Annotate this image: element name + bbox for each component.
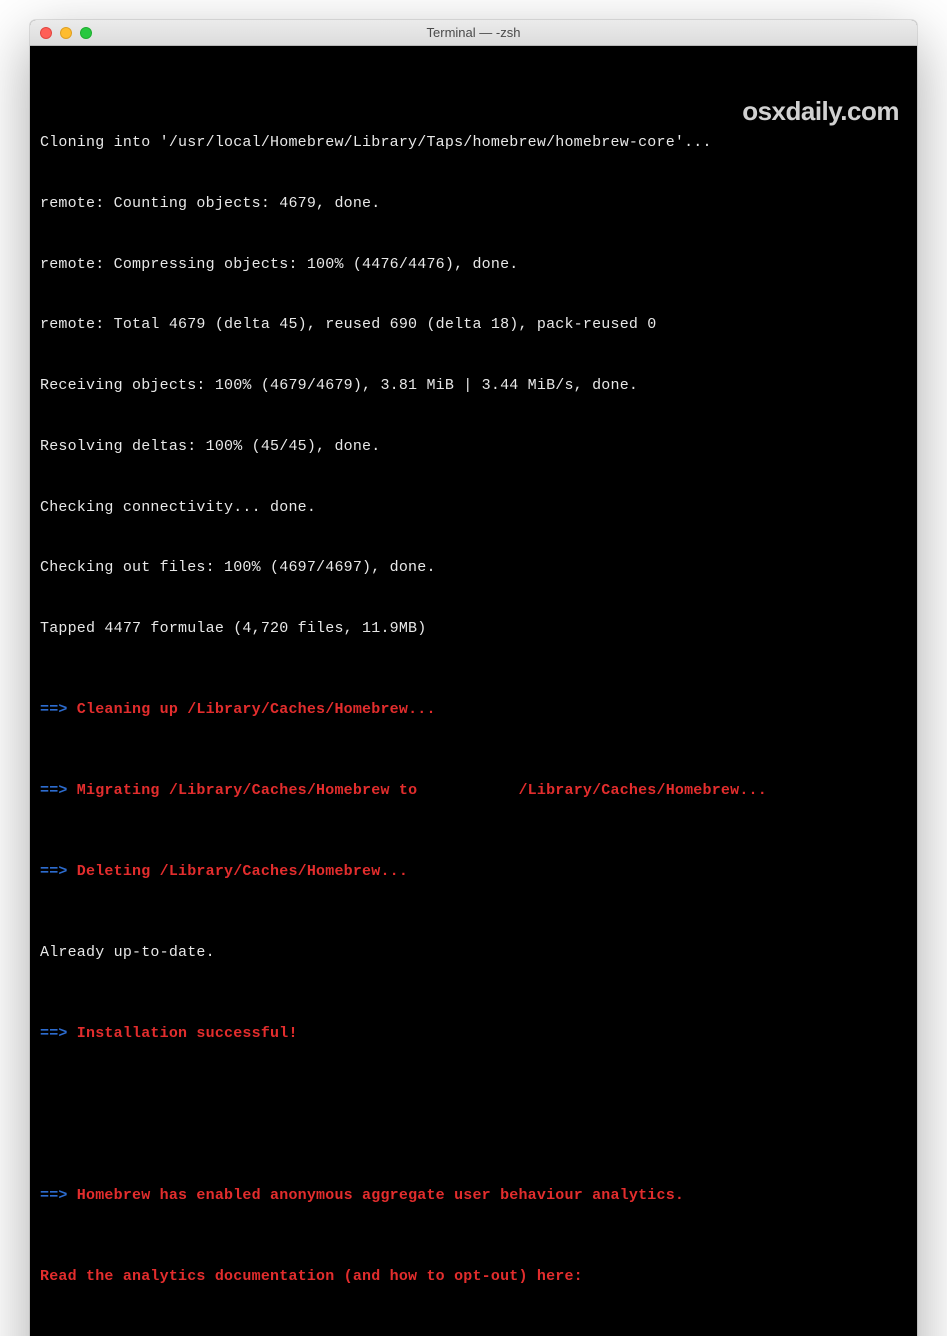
arrow-icon: ==> bbox=[40, 863, 68, 880]
output-line: Resolving deltas: 100% (45/45), done. bbox=[40, 437, 907, 457]
titlebar[interactable]: Terminal — -zsh bbox=[30, 20, 917, 46]
output-line: ==> Migrating /Library/Caches/Homebrew t… bbox=[40, 781, 907, 801]
output-line: remote: Compressing objects: 100% (4476/… bbox=[40, 255, 907, 275]
output-line: Receiving objects: 100% (4679/4679), 3.8… bbox=[40, 376, 907, 396]
output-line: Checking connectivity... done. bbox=[40, 498, 907, 518]
arrow-icon: ==> bbox=[40, 1025, 68, 1042]
watermark: osxdaily.com bbox=[742, 94, 899, 129]
status-text: Migrating /Library/Caches/Homebrew to bbox=[68, 782, 519, 799]
status-text: Deleting /Library/Caches/Homebrew... bbox=[68, 863, 408, 880]
output-line: Cloning into '/usr/local/Homebrew/Librar… bbox=[40, 133, 907, 153]
output-line: ==> Deleting /Library/Caches/Homebrew... bbox=[40, 862, 907, 882]
terminal-body[interactable]: osxdaily.com Cloning into '/usr/local/Ho… bbox=[30, 46, 917, 1336]
window-title: Terminal — -zsh bbox=[30, 25, 917, 40]
output-line: Checking out files: 100% (4697/4697), do… bbox=[40, 558, 907, 578]
zoom-icon[interactable] bbox=[80, 27, 92, 39]
minimize-icon[interactable] bbox=[60, 27, 72, 39]
arrow-icon: ==> bbox=[40, 782, 68, 799]
output-line: Already up-to-date. bbox=[40, 943, 907, 963]
status-text: /Library/Caches/Homebrew... bbox=[518, 782, 766, 799]
output-line: Read the analytics documentation (and ho… bbox=[40, 1267, 907, 1287]
arrow-icon: ==> bbox=[40, 1187, 68, 1204]
status-text: Homebrew has enabled anonymous aggregate… bbox=[68, 1187, 685, 1204]
arrow-icon: ==> bbox=[40, 701, 68, 718]
output-line: remote: Counting objects: 4679, done. bbox=[40, 194, 907, 214]
status-text: Cleaning up /Library/Caches/Homebrew... bbox=[68, 701, 436, 718]
blank-line bbox=[40, 1105, 907, 1125]
traffic-lights bbox=[30, 27, 92, 39]
output-line: Tapped 4477 formulae (4,720 files, 11.9M… bbox=[40, 619, 907, 639]
output-line: ==> Cleaning up /Library/Caches/Homebrew… bbox=[40, 700, 907, 720]
terminal-window: Terminal — -zsh osxdaily.com Cloning int… bbox=[30, 20, 917, 1336]
output-line: ==> Homebrew has enabled anonymous aggre… bbox=[40, 1186, 907, 1206]
output-line: ==> Installation successful! bbox=[40, 1024, 907, 1044]
close-icon[interactable] bbox=[40, 27, 52, 39]
status-text: Installation successful! bbox=[68, 1025, 298, 1042]
output-line: remote: Total 4679 (delta 45), reused 69… bbox=[40, 315, 907, 335]
